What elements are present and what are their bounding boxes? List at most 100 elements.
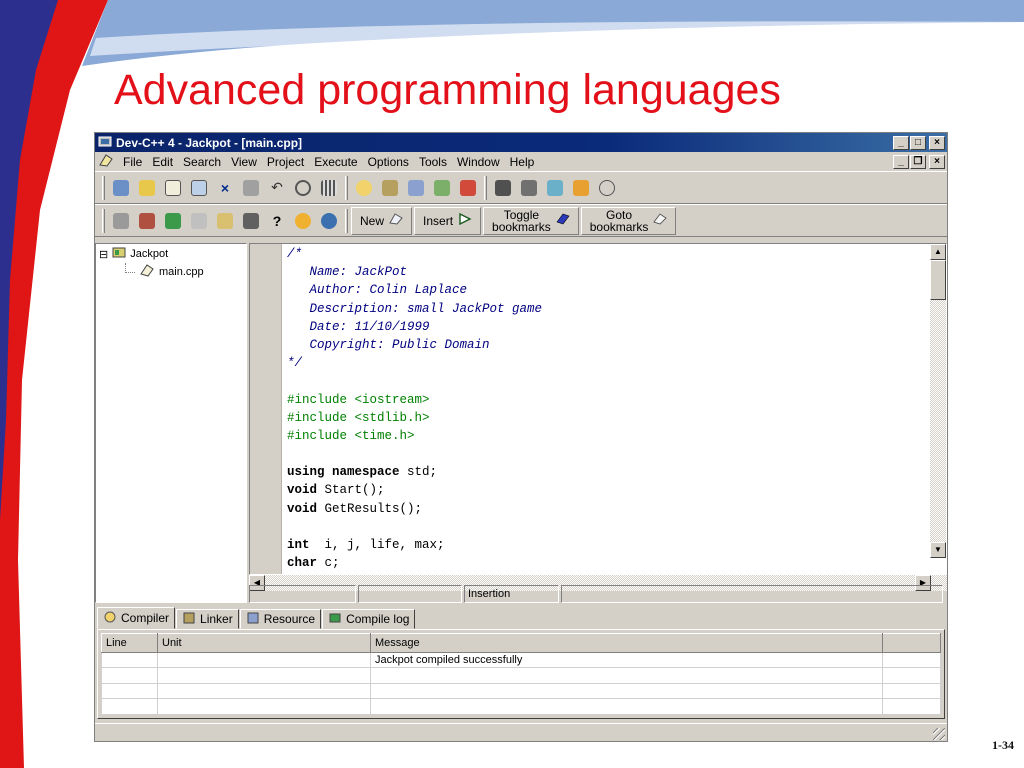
code-line[interactable]: void GetResults(); <box>287 500 542 518</box>
code-line[interactable]: */ <box>287 354 542 372</box>
mdi-restore-button[interactable]: ❐ <box>910 154 926 169</box>
grid-icon[interactable] <box>316 176 342 200</box>
scroll-down-arrow-icon[interactable]: ▼ <box>930 542 946 558</box>
column-header-line[interactable]: Line <box>101 633 158 653</box>
debug-icon[interactable] <box>455 176 481 200</box>
help-icon[interactable]: ? <box>264 209 290 233</box>
table-row[interactable] <box>101 698 941 715</box>
code-line[interactable]: void Start(); <box>287 481 542 499</box>
code-line[interactable]: #include <stdlib.h> <box>287 409 542 427</box>
table-row[interactable]: Jackpot compiled successfully <box>101 651 941 669</box>
toolbar-grip[interactable] <box>345 175 348 200</box>
window-list-icon[interactable] <box>212 209 238 233</box>
compile-and-run-icon[interactable] <box>403 176 429 200</box>
close-file-icon[interactable]: × <box>212 176 238 200</box>
hide-icon[interactable] <box>238 209 264 233</box>
menu-help[interactable]: Help <box>505 155 540 169</box>
class-icon[interactable] <box>134 209 160 233</box>
code-line[interactable]: Name: JackPot <box>287 263 542 281</box>
code-line[interactable]: Description: small JackPot game <box>287 300 543 318</box>
menu-edit[interactable]: Edit <box>147 155 178 169</box>
undo-icon[interactable]: ↶ <box>264 176 290 200</box>
scroll-up-arrow-icon[interactable]: ▲ <box>930 244 946 260</box>
menu-file[interactable]: File <box>118 155 147 169</box>
print-icon[interactable] <box>238 176 264 200</box>
compile-run-icon[interactable] <box>108 176 134 200</box>
run-icon[interactable] <box>377 176 403 200</box>
add-to-project-icon[interactable] <box>516 176 542 200</box>
menu-search[interactable]: Search <box>178 155 226 169</box>
code-text[interactable]: /* Name: JackPot Author: Colin Laplace D… <box>287 245 542 572</box>
cell-line <box>101 682 158 700</box>
document-icon[interactable] <box>98 153 114 170</box>
code-line[interactable]: #include <iostream> <box>287 391 542 409</box>
menu-tools[interactable]: Tools <box>414 155 452 169</box>
new-file-icon[interactable] <box>160 176 186 200</box>
vertical-scrollbar[interactable]: ▲ ▼ <box>930 244 946 558</box>
table-row[interactable] <box>101 682 941 700</box>
toolbar-grip[interactable] <box>102 208 105 233</box>
menu-window[interactable]: Window <box>452 155 505 169</box>
open-folder-icon[interactable] <box>134 176 160 200</box>
vertical-scroll-thumb[interactable] <box>930 260 946 300</box>
resource-icon[interactable] <box>568 176 594 200</box>
code-line[interactable]: /* <box>287 245 542 263</box>
column-header-unit[interactable]: Unit <box>157 633 371 653</box>
code-line[interactable] <box>287 372 542 390</box>
toggle-bookmarks-label: Toggle bookmarks <box>492 209 551 233</box>
main-toolbar: × ↶ <box>95 171 947 204</box>
tile-icon[interactable] <box>160 209 186 233</box>
project-options-icon[interactable] <box>490 176 516 200</box>
window-status-strip <box>95 723 947 741</box>
code-line[interactable]: Date: 11/10/1999 <box>287 318 542 336</box>
minimize-button[interactable]: _ <box>893 135 909 150</box>
tab-compiler[interactable]: Compiler <box>97 607 176 629</box>
table-row[interactable] <box>101 667 941 684</box>
toolbar-grip[interactable] <box>102 175 105 200</box>
close-button[interactable]: × <box>929 135 945 150</box>
new-button[interactable]: New <box>351 206 413 235</box>
tab-compile-log[interactable]: Compile log <box>322 609 416 629</box>
code-line[interactable]: Author: Colin Laplace <box>287 281 542 299</box>
column-header-message[interactable]: Message <box>370 633 883 653</box>
find-icon[interactable] <box>290 176 316 200</box>
project-tree[interactable]: ⊟ Jackpot main.cpp <box>95 243 247 603</box>
remove-from-project-icon[interactable] <box>542 176 568 200</box>
tree-root[interactable]: ⊟ Jackpot <box>99 246 168 262</box>
compile-icon[interactable] <box>351 176 377 200</box>
title-bar[interactable]: Dev-C++ 4 - Jackpot - [main.cpp] _ □ × <box>95 133 947 152</box>
code-line[interactable]: int i, j, life, max; <box>287 536 542 554</box>
code-line[interactable] <box>287 445 542 463</box>
menu-execute[interactable]: Execute <box>309 155 362 169</box>
code-line[interactable]: #include <time.h> <box>287 427 542 445</box>
goto-bookmarks-button[interactable]: Goto bookmarks <box>580 206 677 235</box>
code-line[interactable]: using namespace std; <box>287 463 542 481</box>
toolbar-grip[interactable] <box>484 175 487 200</box>
tab-linker[interactable]: Linker <box>176 609 239 629</box>
toolbar-grip[interactable] <box>345 208 348 233</box>
maximize-button[interactable]: □ <box>910 135 926 150</box>
menu-options[interactable]: Options <box>363 155 414 169</box>
messages-table[interactable]: Line Unit Message Jackpot compiled succe… <box>101 633 941 715</box>
code-editor[interactable]: /* Name: JackPot Author: Colin Laplace D… <box>249 243 947 575</box>
code-line[interactable] <box>287 518 542 536</box>
save-icon[interactable] <box>186 176 212 200</box>
code-line[interactable]: char c; <box>287 554 542 572</box>
tab-resource[interactable]: Resource <box>239 609 322 629</box>
brush-icon[interactable] <box>108 209 134 233</box>
code-line[interactable]: Copyright: Public Domain <box>287 336 542 354</box>
cascade-icon[interactable] <box>186 209 212 233</box>
insert-button[interactable]: Insert <box>414 206 482 235</box>
settings-icon[interactable] <box>594 176 620 200</box>
rebuild-icon[interactable] <box>429 176 455 200</box>
menu-project[interactable]: Project <box>262 155 309 169</box>
toggle-bookmarks-button[interactable]: Toggle bookmarks <box>483 206 579 235</box>
collapse-icon[interactable]: ⊟ <box>99 248 108 261</box>
mdi-close-button[interactable]: × <box>929 154 945 169</box>
about-icon[interactable] <box>290 209 316 233</box>
web-icon[interactable] <box>316 209 342 233</box>
size-grip-icon[interactable] <box>933 728 945 740</box>
tree-file-item[interactable]: main.cpp <box>125 262 204 280</box>
mdi-minimize-button[interactable]: _ <box>893 154 909 169</box>
menu-view[interactable]: View <box>226 155 262 169</box>
